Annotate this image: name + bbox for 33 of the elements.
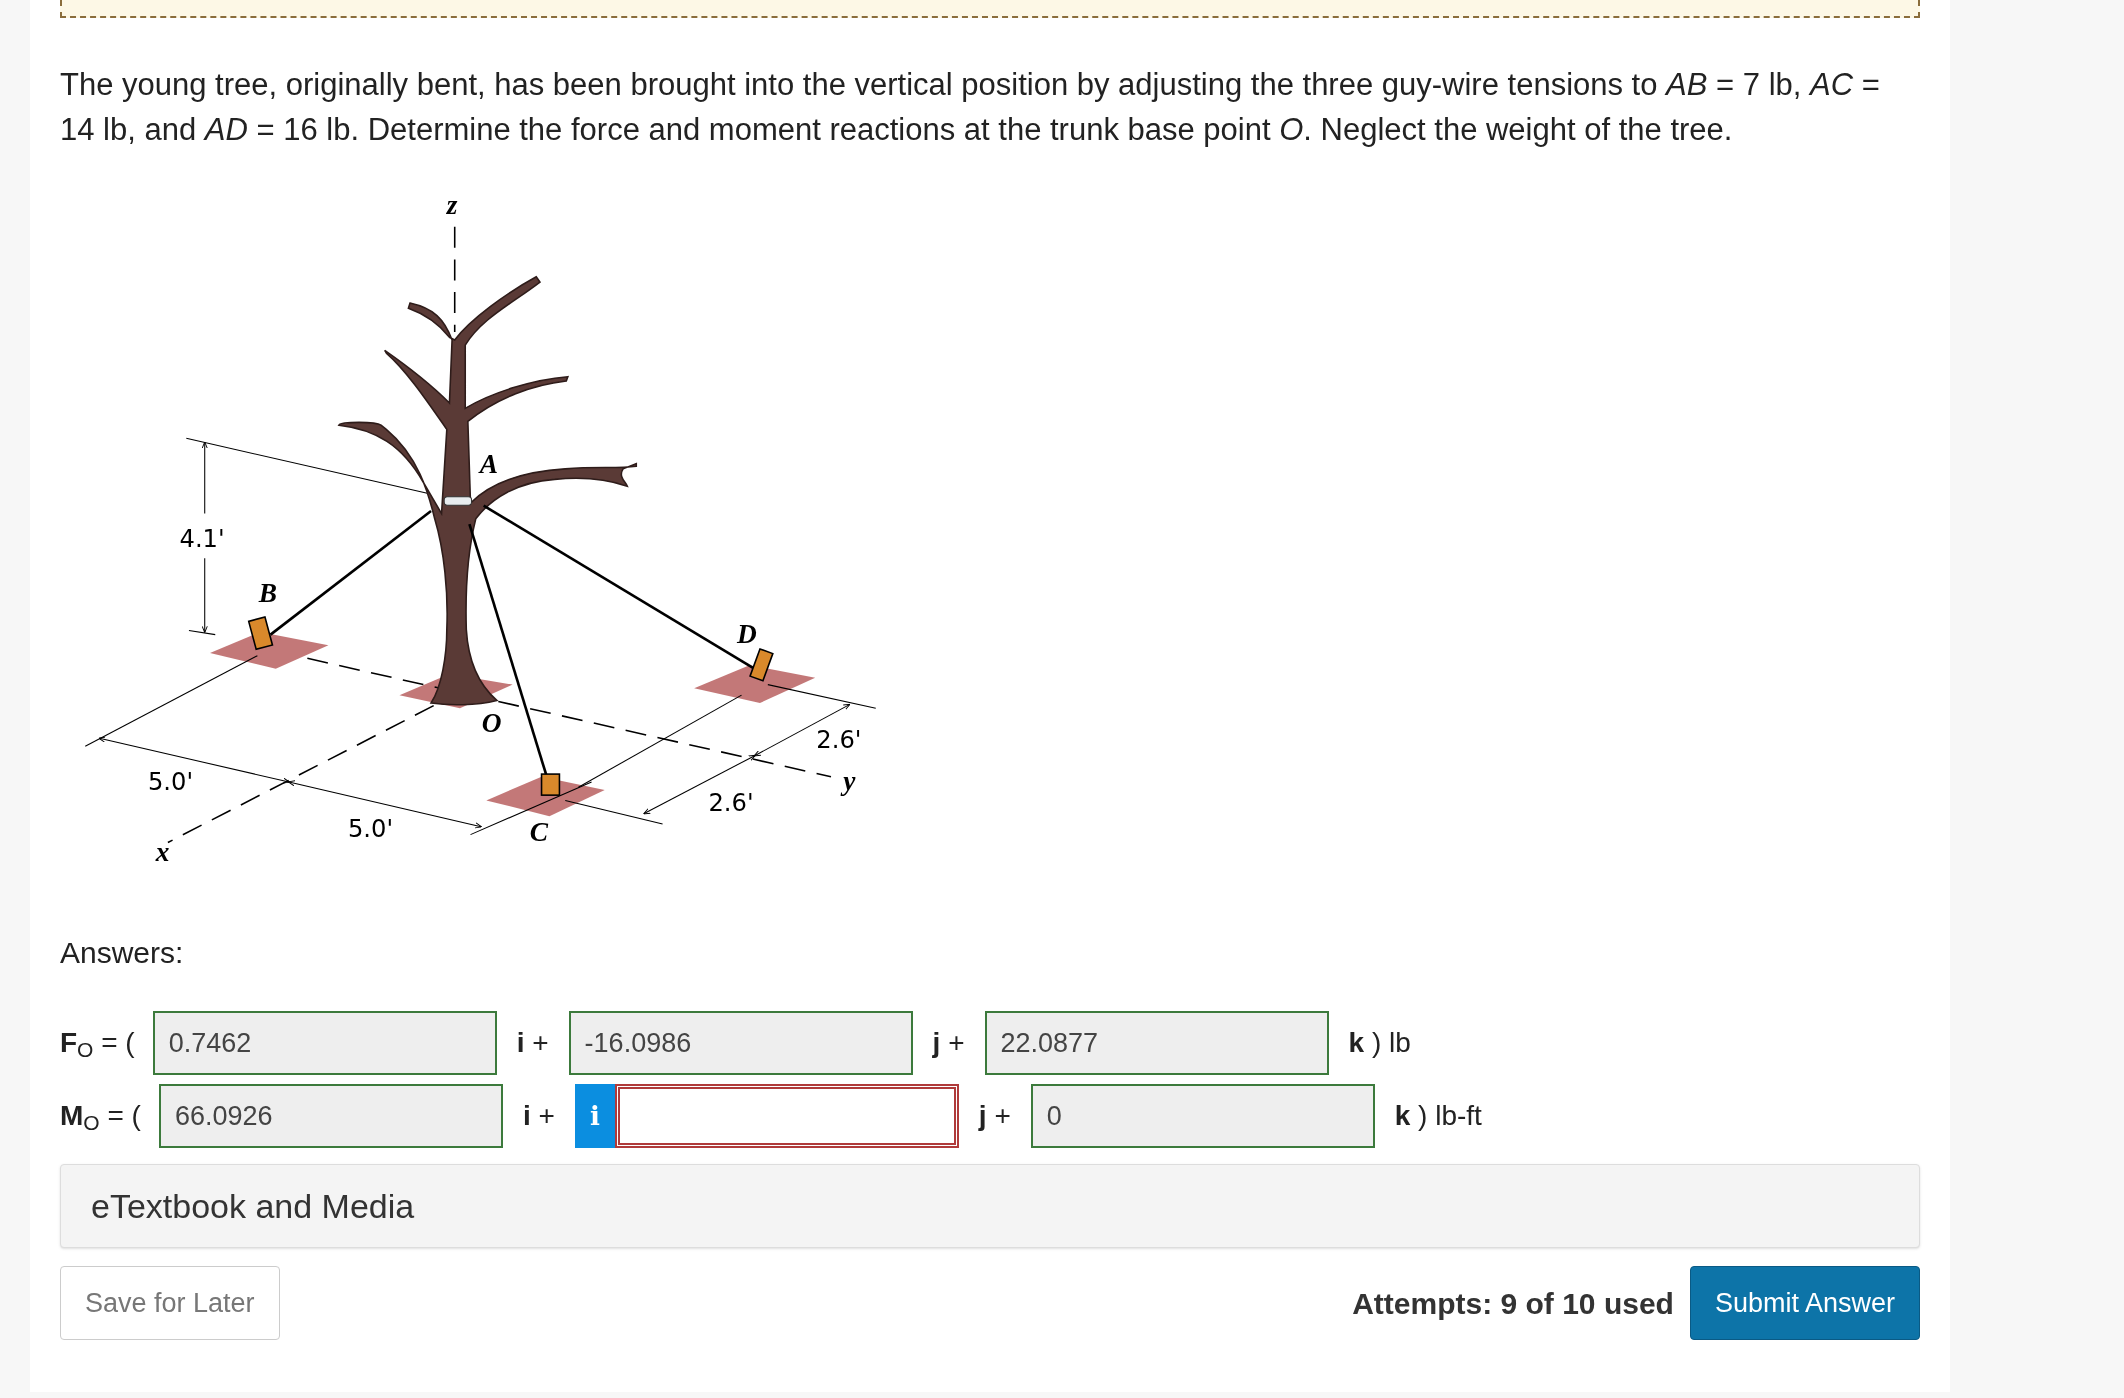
axis-label: z (446, 189, 458, 220)
attempts-text: Attempts: 9 of 10 used (1352, 1285, 1674, 1322)
unit-label: j + (932, 1026, 965, 1060)
unit-label: i + (522, 1099, 555, 1133)
etextbook-panel[interactable]: eTextbook and Media (60, 1164, 1920, 1248)
answer-field[interactable]: -16.0986 (568, 1011, 913, 1075)
dimension-label: 4.1' (179, 524, 225, 553)
unit-label: k ) lb (1348, 1026, 1411, 1060)
unit-label: k ) lb-ft (1394, 1099, 1482, 1133)
dimension-label: 5.0' (147, 767, 194, 796)
equation-label: M$_{O}$ = ( (60, 1099, 141, 1137)
problem-text: The young tree, originally bent, has been brought into the vertical position by adjusting the three guy-wire tensions to AB = 7 lb, AC = 14 lb, and AD = 16 lb. Determine the force and moment reactions at the trunk base point O. Neglect the weight of the tree. (60, 66, 1881, 149)
answer-field[interactable]: 0 (1030, 1084, 1375, 1148)
point-label: B (258, 578, 277, 608)
answers-heading: Answers: (60, 935, 185, 971)
equation-label: F$_{O}$ = ( (60, 1026, 135, 1064)
point-label: C (529, 817, 549, 848)
answer-field[interactable]: 66.0926 (158, 1084, 503, 1148)
answer-field[interactable]: 22.0877 (984, 1011, 1329, 1075)
axis-label: x (155, 836, 170, 867)
submit-answer-button[interactable]: Submit Answer (1689, 1266, 1920, 1340)
answer-field[interactable]: 0.7462 (152, 1011, 497, 1075)
info-button[interactable]: i (574, 1084, 615, 1148)
dimension-label: 2.6' (708, 788, 754, 817)
dimension-label: 5.0' (347, 815, 394, 844)
dimension-label: 2.6' (816, 725, 862, 754)
answer-field[interactable] (614, 1084, 959, 1148)
point-label: A (479, 448, 499, 479)
point-label: O (481, 708, 502, 738)
unit-label: i + (516, 1026, 549, 1060)
save-later-button[interactable]: Save for Later (60, 1266, 280, 1340)
unit-label: j + (978, 1099, 1011, 1133)
point-label: D (736, 618, 757, 649)
